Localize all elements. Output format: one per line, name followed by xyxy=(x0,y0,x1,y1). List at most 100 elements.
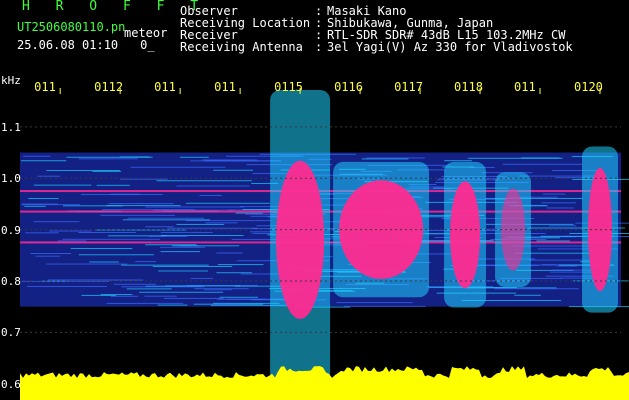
noise-streak xyxy=(21,160,67,162)
noise-streak xyxy=(28,198,59,200)
noise-streak xyxy=(366,157,425,159)
noise-streak xyxy=(24,205,46,207)
meteor-burst-core xyxy=(450,181,481,289)
noise-streak xyxy=(204,160,281,162)
noise-streak xyxy=(202,159,258,161)
noise-streak xyxy=(216,272,253,274)
noise-streak xyxy=(217,264,264,266)
noise-streak xyxy=(110,295,139,297)
noise-streak xyxy=(70,248,133,250)
noise-streak xyxy=(78,254,154,256)
noise-streak xyxy=(210,303,243,305)
noise-streak xyxy=(120,178,168,180)
x-tick-label: 0117 xyxy=(394,80,423,94)
noise-streak xyxy=(213,169,254,171)
noise-streak xyxy=(127,217,205,219)
x-tick-label: 011 xyxy=(34,80,56,94)
noise-streak xyxy=(21,204,81,206)
noise-streak xyxy=(536,240,570,242)
noise-streak xyxy=(80,194,163,196)
noise-streak xyxy=(81,294,117,296)
noise-streak xyxy=(514,294,541,296)
noise-streak xyxy=(216,252,243,254)
noise-streak xyxy=(502,163,583,165)
noise-streak xyxy=(145,226,174,228)
x-tick-label: 0120 xyxy=(574,80,603,94)
y-tick-label: 0.7 xyxy=(1,326,21,340)
noise-streak xyxy=(235,212,263,214)
noise-streak xyxy=(22,155,51,157)
noise-streak xyxy=(199,194,222,196)
meteor-burst-core xyxy=(276,160,325,319)
x-tick-label: 0116 xyxy=(334,80,363,94)
x-tick-label: 011 xyxy=(154,80,176,94)
noise-streak xyxy=(152,265,233,267)
noise-streak xyxy=(149,235,188,237)
noise-streak xyxy=(57,240,86,242)
noise-streak xyxy=(549,225,577,227)
spectrogram-plot xyxy=(20,88,629,400)
noise-streak xyxy=(46,263,128,265)
spectrogram-screen: H R O F F T UT2506080110.pn meteor 25.06… xyxy=(0,0,629,400)
noise-streak xyxy=(106,302,184,304)
noise-streak xyxy=(156,180,252,182)
noise-streak xyxy=(176,223,225,225)
noise-streak xyxy=(171,245,240,247)
noise-streak xyxy=(106,205,181,207)
noise-streak xyxy=(205,222,238,224)
noise-streak xyxy=(343,305,426,307)
noise-streak xyxy=(444,160,472,162)
noise-streak xyxy=(49,230,92,232)
noise-streak xyxy=(119,156,150,158)
noise-streak xyxy=(100,214,175,216)
noise-streak xyxy=(130,166,226,168)
noise-streak xyxy=(160,251,201,253)
y-axis-label: kHz xyxy=(1,74,21,87)
x-tick-label: 0112 xyxy=(94,80,124,94)
noise-streak xyxy=(219,296,258,298)
noise-streak xyxy=(494,288,579,290)
noise-streak xyxy=(113,283,156,285)
noise-streak xyxy=(62,238,161,240)
x-tick-label: 011 xyxy=(214,80,236,94)
noise-streak xyxy=(145,244,197,246)
noise-streak xyxy=(30,252,71,254)
x-tick-label: 0118 xyxy=(454,80,483,94)
noise-streak xyxy=(144,295,177,297)
x-tick-label: 0115 xyxy=(274,80,303,94)
noise-streak xyxy=(27,286,107,288)
noise-streak xyxy=(185,202,270,204)
noise-streak xyxy=(336,302,413,304)
y-tick-label: 0.6 xyxy=(1,377,21,391)
noise-streak xyxy=(33,184,92,186)
noise-streak xyxy=(542,193,566,195)
noise-streak xyxy=(521,157,560,159)
noise-streak xyxy=(160,231,213,233)
noise-streak xyxy=(35,255,61,257)
noise-streak xyxy=(78,231,136,233)
noise-streak xyxy=(121,264,209,266)
noise-streak xyxy=(33,221,80,223)
power-trace xyxy=(20,366,629,400)
noise-streak xyxy=(122,219,210,221)
noise-streak xyxy=(541,202,577,204)
noise-streak xyxy=(160,234,244,236)
noise-streak xyxy=(176,185,250,187)
noise-streak xyxy=(135,261,156,263)
y-tick-label: 0.8 xyxy=(1,274,21,288)
noise-streak xyxy=(546,207,575,209)
noise-streak xyxy=(92,170,122,172)
noise-streak xyxy=(190,277,213,279)
noise-streak xyxy=(37,175,60,177)
noise-streak xyxy=(145,206,245,208)
y-tick-label: 1.0 xyxy=(1,172,21,186)
noise-streak xyxy=(361,158,409,160)
noise-streak xyxy=(139,291,224,293)
noise-streak xyxy=(89,261,119,263)
noise-streak xyxy=(164,297,224,299)
noise-streak xyxy=(121,286,205,288)
noise-streak xyxy=(158,270,208,272)
noise-streak xyxy=(157,304,188,306)
noise-streak xyxy=(48,279,144,281)
noise-streak xyxy=(160,246,205,248)
